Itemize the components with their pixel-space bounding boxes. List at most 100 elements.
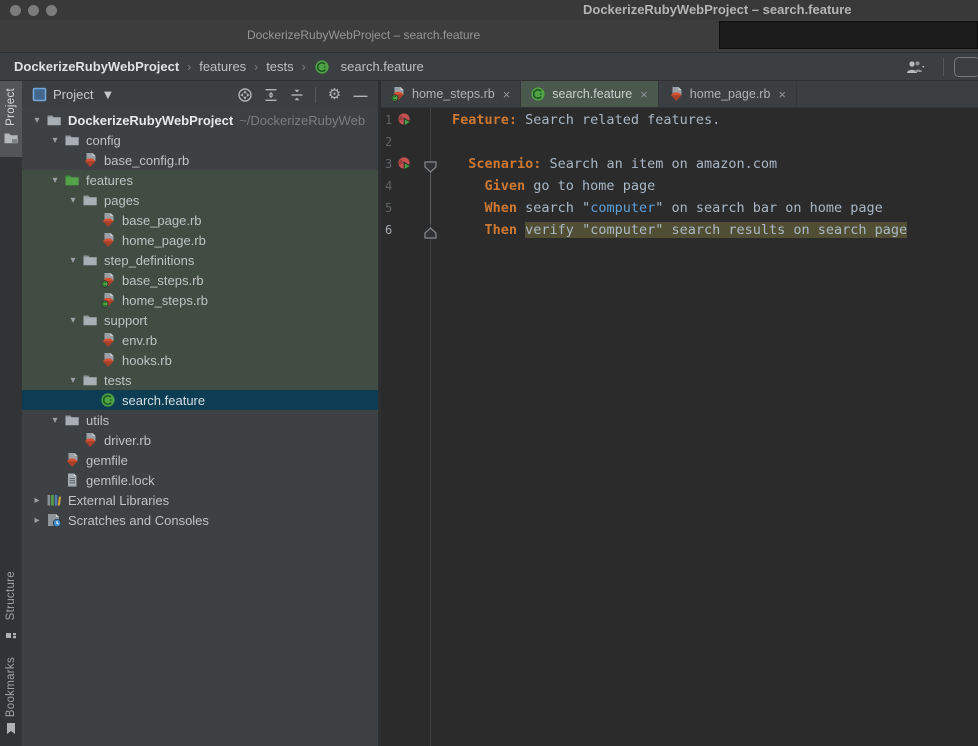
hide-panel-icon[interactable]: — bbox=[351, 85, 370, 104]
settings-gear-icon[interactable]: ⚙ bbox=[325, 85, 344, 104]
project-tree: ▾ DockerizeRubyWebProject ~/DockerizeRubyW… bbox=[22, 108, 378, 746]
editor-tab-home-page-rb[interactable]: home_page.rb× bbox=[659, 81, 797, 107]
tree-row-external-libraries[interactable]: ▸External Libraries bbox=[22, 490, 378, 510]
tree-row-pages[interactable]: ▾ pages bbox=[22, 190, 378, 210]
chevron-down-icon[interactable]: ▾ bbox=[46, 175, 64, 186]
collapse-all-icon[interactable] bbox=[287, 85, 306, 104]
tree-row-gemfile-lock[interactable]: gemfile.lock bbox=[22, 470, 378, 490]
text-file-icon bbox=[64, 472, 80, 488]
code-segment bbox=[452, 178, 485, 194]
chevron-down-icon[interactable]: ▾ bbox=[28, 115, 46, 126]
tree-item-label: pages bbox=[104, 193, 139, 208]
tree-row-utils[interactable]: ▾utils bbox=[22, 410, 378, 430]
code-text: Then verify "computer" search results on… bbox=[452, 219, 907, 241]
tree-row-features[interactable]: ▾features bbox=[22, 170, 378, 190]
cucumber-icon bbox=[530, 86, 546, 102]
editor-tab-label: home_steps.rb bbox=[412, 87, 495, 101]
breadcrumb-item-tests[interactable]: tests bbox=[266, 59, 293, 74]
editor-line-4: 4 Given go to home page bbox=[381, 175, 978, 197]
breadcrumb-separator: › bbox=[187, 60, 191, 74]
tree-row-scratches-and-consoles[interactable]: ▸Scratches and Consoles bbox=[22, 510, 378, 530]
tree-row-tests[interactable]: ▾ tests bbox=[22, 370, 378, 390]
libraries-icon bbox=[46, 492, 62, 508]
run-test-icon[interactable] bbox=[397, 112, 413, 128]
tree-item-path-suffix: ~/DockerizeRubyWeb bbox=[239, 113, 365, 128]
editor-tab-home-steps-rb[interactable]: home_steps.rb × bbox=[381, 81, 521, 107]
close-tab-icon[interactable]: × bbox=[640, 87, 648, 102]
tree-row-config[interactable]: ▾config bbox=[22, 130, 378, 150]
code-segment: " on search bar on home page bbox=[655, 200, 883, 216]
ruby-icon bbox=[82, 432, 98, 448]
chevron-down-icon[interactable]: ▾ bbox=[64, 315, 82, 326]
line-number: 3 bbox=[385, 153, 397, 175]
code-segment bbox=[452, 222, 485, 238]
close-tab-icon[interactable]: × bbox=[503, 87, 511, 102]
locate-icon[interactable] bbox=[235, 85, 254, 104]
tree-item-label: driver.rb bbox=[104, 433, 151, 448]
code-text: Feature: Search related features. bbox=[452, 109, 720, 131]
breadcrumb-item-dockerizerubywebproject[interactable]: DockerizeRubyWebProject bbox=[14, 59, 179, 74]
project-view-label: Project bbox=[53, 87, 93, 102]
line-number: 1 bbox=[385, 109, 397, 131]
minimize-window-button[interactable] bbox=[28, 5, 39, 16]
chevron-down-icon[interactable]: ▾ bbox=[64, 195, 82, 206]
editor-line-1: 1 Feature: Search related features. bbox=[381, 109, 978, 131]
code-text: Scenario: Search an item on amazon.com bbox=[452, 153, 777, 175]
chevron-right-icon[interactable]: ▸ bbox=[28, 515, 46, 526]
tree-row-gemfile[interactable]: gemfile bbox=[22, 450, 378, 470]
macos-titlebar: DockerizeRubyWebProject – search.feature bbox=[0, 0, 978, 20]
cucumber-icon bbox=[314, 59, 330, 75]
folder-green-icon bbox=[64, 172, 80, 188]
run-widget-partial[interactable] bbox=[954, 57, 978, 77]
gherkin-keyword: Scenario: bbox=[468, 156, 541, 172]
tree-row-step-definitions[interactable]: ▾step_definitions bbox=[22, 250, 378, 270]
chevron-down-icon[interactable]: ▾ bbox=[46, 135, 64, 146]
toolbar-separator bbox=[315, 87, 316, 103]
run-test-icon[interactable] bbox=[397, 156, 413, 172]
folder-icon bbox=[82, 372, 98, 388]
tree-row-base-page-rb[interactable]: base_page.rb bbox=[22, 210, 378, 230]
expand-all-icon[interactable] bbox=[261, 85, 280, 104]
overlay-black-box bbox=[719, 21, 978, 49]
toolwindow-button-bookmarks[interactable]: Bookmarks bbox=[0, 650, 22, 746]
fold-start-icon[interactable] bbox=[424, 158, 437, 170]
project-view-selector[interactable]: Project ▼ bbox=[32, 87, 114, 102]
tree-row-driver-rb[interactable]: driver.rb bbox=[22, 430, 378, 450]
tree-row-env-rb[interactable]: env.rb bbox=[22, 330, 378, 350]
tree-row-support[interactable]: ▾ support bbox=[22, 310, 378, 330]
breadcrumb-item-features[interactable]: features bbox=[199, 59, 246, 74]
close-tab-icon[interactable]: × bbox=[778, 87, 786, 102]
zoom-window-button[interactable] bbox=[46, 5, 57, 16]
toolwindow-button-structure[interactable]: Structure bbox=[0, 564, 22, 649]
tree-item-label: tests bbox=[104, 373, 131, 388]
ide-titlebar: DockerizeRubyWebProject – search.feature bbox=[0, 20, 978, 53]
folder-icon bbox=[64, 412, 80, 428]
editor[interactable]: 1 Feature: Search related features.23 Sce… bbox=[381, 108, 978, 746]
code-text: Given go to home page bbox=[452, 175, 655, 197]
users-dropdown-icon[interactable] bbox=[899, 58, 933, 77]
tree-row-home-steps-rb[interactable]: home_steps.rb bbox=[22, 290, 378, 310]
fold-end-icon[interactable] bbox=[424, 224, 437, 236]
tree-row-home-page-rb[interactable]: home_page.rb bbox=[22, 230, 378, 250]
ruby-cuke-icon bbox=[100, 292, 116, 308]
toolwin-project-icon bbox=[3, 130, 19, 151]
tree-row-search-feature[interactable]: search.feature bbox=[22, 390, 378, 410]
chevron-right-icon[interactable]: ▸ bbox=[28, 495, 46, 506]
navigation-bar: DockerizeRubyWebProject›features›tests›s… bbox=[0, 53, 978, 81]
chevron-down-icon[interactable]: ▾ bbox=[46, 415, 64, 426]
project-panel-header: Project ▼ ⚙ — bbox=[22, 81, 378, 108]
chevron-down-icon[interactable]: ▾ bbox=[64, 375, 82, 386]
toolwindow-button-project[interactable]: Project bbox=[0, 81, 22, 157]
chevron-down-icon[interactable]: ▾ bbox=[64, 255, 82, 266]
tree-item-label: DockerizeRubyWebProject bbox=[68, 113, 233, 128]
editor-tab-search-feature[interactable]: search.feature× bbox=[521, 81, 659, 107]
tree-item-label: support bbox=[104, 313, 147, 328]
close-window-button[interactable] bbox=[10, 5, 21, 16]
breadcrumb-item-search-feature[interactable]: search.feature bbox=[314, 59, 424, 75]
editor-line-2: 2 bbox=[381, 131, 978, 153]
tree-row-base-steps-rb[interactable]: base_steps.rb bbox=[22, 270, 378, 290]
tree-row-base-config-rb[interactable]: base_config.rb bbox=[22, 150, 378, 170]
tree-row-dockerizerubywebproject[interactable]: ▾ DockerizeRubyWebProject ~/DockerizeRubyW… bbox=[22, 110, 378, 130]
toolwin-structure-icon bbox=[4, 625, 18, 644]
tree-row-hooks-rb[interactable]: hooks.rb bbox=[22, 350, 378, 370]
